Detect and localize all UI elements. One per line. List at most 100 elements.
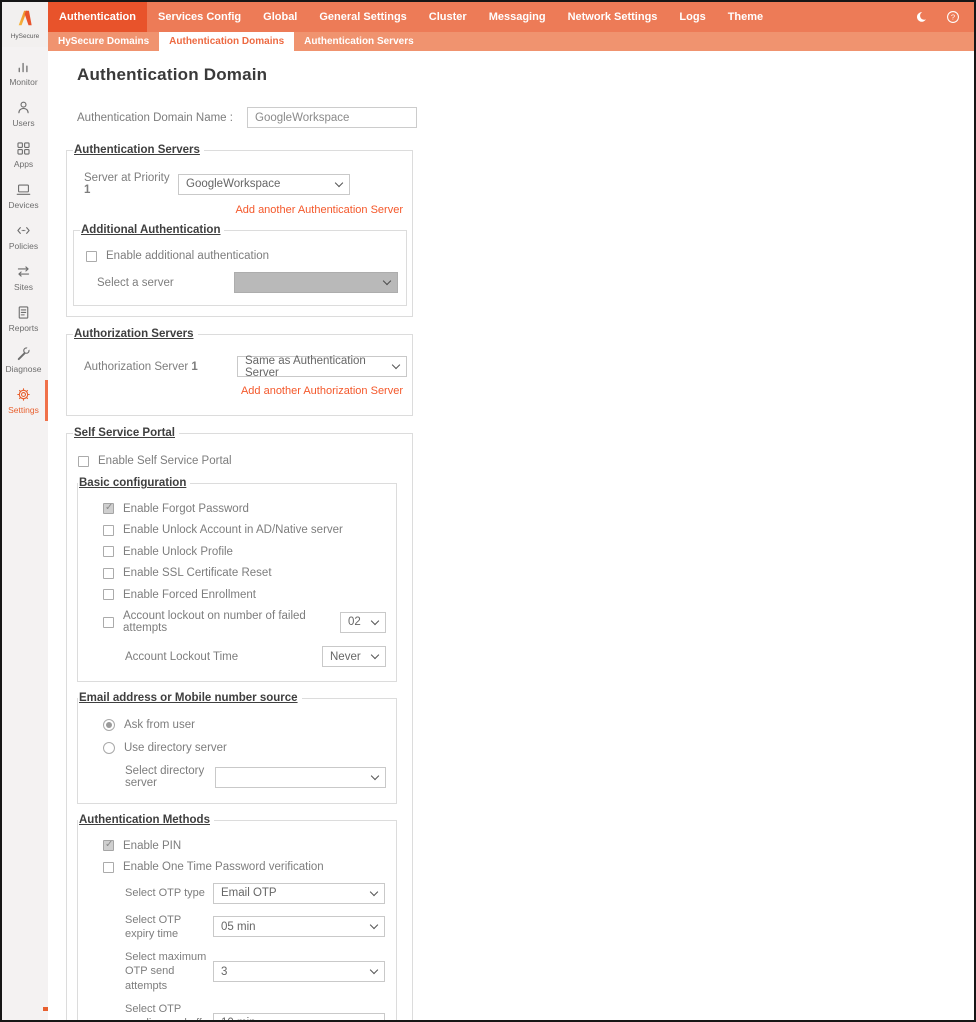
failed-attempts-select[interactable]: 02 <box>340 611 386 633</box>
self-service-portal-legend: Self Service Portal <box>74 427 175 439</box>
topnav-item-cluster[interactable]: Cluster <box>418 2 478 32</box>
dark-mode-moon-icon[interactable] <box>913 10 928 25</box>
topnav-label: Services Config <box>158 11 242 23</box>
checkbox-label: Enable One Time Password verification <box>123 861 324 873</box>
enable-forced-enrollment-row: Enable Forced Enrollment <box>103 589 386 601</box>
enable-forced-enrollment-checkbox[interactable] <box>103 589 114 600</box>
email-mobile-source-fieldset: Email address or Mobile number source As… <box>77 692 397 804</box>
topnav-item-messaging[interactable]: Messaging <box>478 2 557 32</box>
enable-otp-verification-row: Enable One Time Password verification <box>103 861 386 873</box>
subnav-tab-authentication-domains[interactable]: Authentication Domains <box>159 32 295 51</box>
sidebar-item-monitor[interactable]: Monitor <box>2 52 48 93</box>
email-mobile-source-legend: Email address or Mobile number source <box>79 692 298 704</box>
sidebar-item-devices[interactable]: Devices <box>2 175 48 216</box>
enable-pin-row: Enable PIN <box>103 839 386 852</box>
radio-label: Use directory server <box>124 742 227 754</box>
checkbox-label: Enable Self Service Portal <box>98 455 232 467</box>
sidebar-scroll-indicator <box>43 1007 48 1011</box>
chevron-down-icon <box>369 921 379 930</box>
users-icon <box>15 99 32 116</box>
sidebar-item-label: Devices <box>8 200 39 210</box>
enable-otp-verification-checkbox[interactable] <box>103 861 114 873</box>
settings-gear-icon <box>15 386 32 403</box>
enable-additional-authentication-checkbox[interactable] <box>86 250 97 262</box>
topnav-label: Global <box>263 11 298 23</box>
enable-forgot-password-row: Enable Forgot Password <box>103 502 386 515</box>
max-otp-attempts-select[interactable]: 3 <box>213 961 385 983</box>
select-value: 05 min <box>221 920 256 933</box>
reports-document-icon <box>15 304 32 321</box>
select-value: 3 <box>221 965 228 978</box>
enable-unlock-account-row: Enable Unlock Account in AD/Native serve… <box>103 524 386 536</box>
topnav-item-authentication[interactable]: Authentication <box>48 2 147 32</box>
checkbox-label: Enable Forgot Password <box>123 502 249 515</box>
subnav-tab-authentication-servers[interactable]: Authentication Servers <box>294 32 423 51</box>
otp-expiry-select[interactable]: 05 min <box>213 916 385 938</box>
enable-unlock-profile-row: Enable Unlock Profile <box>103 546 386 558</box>
authentication-servers-legend: Authentication Servers <box>74 144 200 156</box>
authorization-server-row: Authorization Server 1 Same as Authentic… <box>84 355 407 379</box>
domain-name-input[interactable] <box>247 107 417 128</box>
ask-from-user-radio[interactable] <box>103 719 115 731</box>
select-max-otp-attempts-label: Select maximum OTP send attempts <box>125 951 207 992</box>
account-lockout-time-label: Account Lockout Time <box>125 650 239 663</box>
help-icon[interactable]: ? <box>945 9 961 25</box>
basic-configuration-legend: Basic configuration <box>79 477 187 489</box>
topnav-label: Network Settings <box>567 11 658 23</box>
brand-name: HySecure <box>10 33 40 40</box>
account-lockout-checkbox[interactable] <box>103 616 114 628</box>
radio-label: Ask from user <box>124 719 195 731</box>
server-priority-row: Server at Priority 1 GoogleWorkspace <box>84 172 407 196</box>
account-lockout-time-select[interactable]: Never <box>322 646 386 667</box>
otp-cooloff-select[interactable]: 10 min <box>213 1012 385 1020</box>
sidebar-item-settings[interactable]: Settings <box>2 380 48 421</box>
account-lockout-row: Account lockout on number of failed atte… <box>103 610 386 634</box>
enable-ssl-certificate-reset-checkbox[interactable] <box>103 567 114 579</box>
select-otp-expiry-label: Select OTP expiry time <box>125 913 182 940</box>
subnav-tab-hysecure-domains[interactable]: HySecure Domains <box>48 32 159 51</box>
use-directory-server-radio[interactable] <box>103 742 115 754</box>
sidebar-item-label: Settings <box>8 405 39 415</box>
topnav-item-global[interactable]: Global <box>252 2 308 32</box>
use-directory-server-row: Use directory server <box>103 742 386 754</box>
checkbox-label: Enable Unlock Account in AD/Native serve… <box>123 524 343 536</box>
server-priority-select[interactable]: GoogleWorkspace <box>178 173 350 195</box>
select-directory-server-row: Select directory server <box>125 765 386 789</box>
chevron-down-icon <box>369 887 379 896</box>
svg-text:?: ? <box>951 13 955 22</box>
sidebar-item-sites[interactable]: Sites <box>2 257 48 298</box>
topnav-item-theme[interactable]: Theme <box>717 2 774 32</box>
topnav-item-logs[interactable]: Logs <box>668 2 716 32</box>
topnav-label: Messaging <box>488 11 546 23</box>
checkbox-label: Enable Forced Enrollment <box>123 588 256 601</box>
authorization-server-label: Authorization Server 1 <box>84 360 198 373</box>
add-authentication-server-link[interactable]: Add another Authentication Server <box>73 204 403 216</box>
select-directory-server-select[interactable] <box>214 766 386 788</box>
sidebar-item-policies[interactable]: Policies <box>2 216 48 257</box>
sidebar-item-diagnose[interactable]: Diagnose <box>2 339 48 380</box>
select-value: 10 min <box>221 1017 256 1020</box>
subnav-label: HySecure Domains <box>58 36 150 47</box>
topnav-item-network-settings[interactable]: Network Settings <box>557 2 669 32</box>
brand-logo-block[interactable]: HySecure <box>2 2 48 47</box>
enable-self-service-portal-checkbox[interactable] <box>78 455 89 467</box>
add-authorization-server-link[interactable]: Add another Authorization Server <box>73 385 403 397</box>
chevron-down-icon <box>382 276 392 286</box>
authorization-server-select[interactable]: Same as Authentication Server <box>237 355 407 379</box>
enable-forgot-password-checkbox[interactable] <box>103 502 114 514</box>
topnav-item-services-config[interactable]: Services Config <box>147 2 252 32</box>
topnav-item-general-settings[interactable]: General Settings <box>308 2 417 32</box>
sidebar-item-reports[interactable]: Reports <box>2 298 48 339</box>
select-otp-expiry-row: Select OTP expiry time 05 min <box>125 913 386 942</box>
select-otp-cooloff-label: Select OTP sending cool off time <box>125 1002 202 1020</box>
account-lockout-time-row: Account Lockout Time Never <box>125 646 386 667</box>
checkbox-label: Enable PIN <box>123 839 182 852</box>
enable-pin-checkbox[interactable] <box>103 839 114 851</box>
sidebar-item-apps[interactable]: Apps <box>2 134 48 175</box>
enable-unlock-account-checkbox[interactable] <box>103 524 114 536</box>
sidebar-item-users[interactable]: Users <box>2 93 48 134</box>
otp-type-select[interactable]: Email OTP <box>213 882 385 904</box>
additional-authentication-legend: Additional Authentication <box>81 224 221 236</box>
enable-unlock-profile-checkbox[interactable] <box>103 546 114 557</box>
select-value: GoogleWorkspace <box>186 178 281 190</box>
